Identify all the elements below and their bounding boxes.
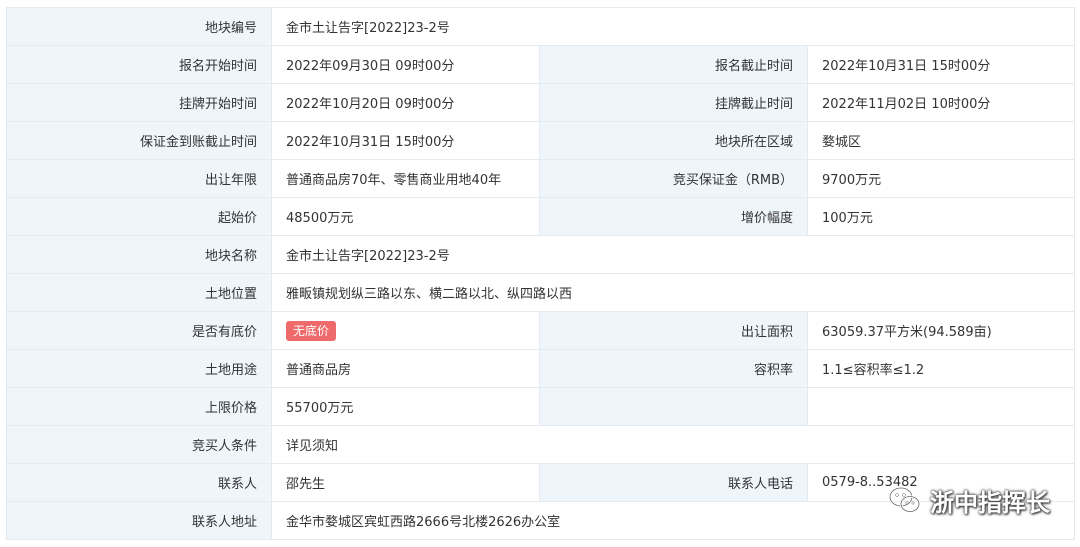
value-registration-start: 2022年09月30日 09时00分: [271, 45, 540, 84]
label-starting-price: 起始价: [6, 197, 272, 236]
no-reserve-badge: 无底价: [286, 320, 337, 341]
value-parcel-name: 金市土让告字[2022]23-2号: [270, 235, 1076, 274]
row-location: 土地位置 雅畈镇规划纵三路以东、横二路以北、纵四路以西: [6, 273, 1076, 312]
row-bidder-conditions: 竞买人条件 详见须知: [6, 425, 1076, 464]
label-plot-ratio: 容积率: [539, 349, 808, 388]
empty-label-cell: [539, 387, 808, 426]
label-district: 地块所在区域: [539, 121, 808, 160]
label-contact-address: 联系人地址: [6, 501, 272, 540]
label-listing-end: 挂牌截止时间: [539, 83, 808, 122]
label-cap-price: 上限价格: [6, 387, 272, 426]
label-reserve-price: 是否有底价: [6, 311, 272, 350]
label-parcel-number: 地块编号: [6, 7, 272, 46]
label-listing-start: 挂牌开始时间: [6, 83, 272, 122]
value-listing-end: 2022年11月02日 10时00分: [806, 83, 1076, 122]
row-listing: 挂牌开始时间 2022年10月20日 09时00分 挂牌截止时间 2022年11…: [6, 83, 1076, 122]
watermark: 浙中指挥长: [888, 478, 1050, 522]
label-registration-start: 报名开始时间: [6, 45, 272, 84]
value-district: 婺城区: [806, 121, 1076, 160]
label-land-location: 土地位置: [6, 273, 272, 312]
value-bidder-conditions: 详见须知: [270, 425, 1076, 464]
row-parcel-name: 地块名称 金市土让告字[2022]23-2号: [6, 235, 1076, 274]
label-contact-phone: 联系人电话: [539, 463, 808, 502]
land-info-table-container: 地块编号 金市土让告字[2022]23-2号 报名开始时间 2022年09月30…: [6, 7, 1076, 540]
label-bid-deposit: 竞买保证金（RMB）: [539, 159, 808, 198]
label-land-use: 土地用途: [6, 349, 272, 388]
label-contact-person: 联系人: [6, 463, 272, 502]
value-listing-start: 2022年10月20日 09时00分: [271, 83, 540, 122]
row-land-use: 土地用途 普通商品房 容积率 1.1≤容积率≤1.2: [6, 349, 1076, 388]
value-increment: 100万元: [806, 197, 1076, 236]
row-term: 出让年限 普通商品房70年、零售商业用地40年 竞买保证金（RMB） 9700万…: [6, 159, 1076, 198]
label-parcel-name: 地块名称: [6, 235, 272, 274]
value-transfer-term: 普通商品房70年、零售商业用地40年: [271, 159, 540, 198]
label-deposit-deadline: 保证金到账截止时间: [6, 121, 272, 160]
label-transfer-term: 出让年限: [6, 159, 272, 198]
wechat-icon: [888, 486, 921, 513]
watermark-text: 浙中指挥长: [930, 488, 1050, 517]
empty-value-cell: [806, 387, 1076, 426]
label-increment: 增价幅度: [539, 197, 808, 236]
value-registration-end: 2022年10月31日 15时00分: [806, 45, 1076, 84]
value-plot-ratio: 1.1≤容积率≤1.2: [806, 349, 1076, 388]
row-cap-price: 上限价格 55700万元: [6, 387, 1076, 426]
row-price: 起始价 48500万元 增价幅度 100万元: [6, 197, 1076, 236]
label-registration-end: 报名截止时间: [539, 45, 808, 84]
value-land-use: 普通商品房: [271, 349, 540, 388]
label-bidder-conditions: 竞买人条件: [6, 425, 272, 464]
row-registration: 报名开始时间 2022年09月30日 09时00分 报名截止时间 2022年10…: [6, 45, 1076, 84]
value-land-location: 雅畈镇规划纵三路以东、横二路以北、纵四路以西: [270, 273, 1076, 312]
value-deposit-deadline: 2022年10月31日 15时00分: [271, 121, 540, 160]
value-cap-price: 55700万元: [271, 387, 540, 426]
value-reserve-price: 无底价: [271, 311, 540, 350]
value-transfer-area: 63059.37平方米(94.589亩): [806, 311, 1076, 350]
value-starting-price: 48500万元: [271, 197, 540, 236]
row-parcel-number: 地块编号 金市土让告字[2022]23-2号: [6, 7, 1076, 46]
value-bid-deposit: 9700万元: [806, 159, 1076, 198]
label-transfer-area: 出让面积: [539, 311, 808, 350]
row-reserve-price: 是否有底价 无底价 出让面积 63059.37平方米(94.589亩): [6, 311, 1076, 350]
row-deposit-deadline: 保证金到账截止时间 2022年10月31日 15时00分 地块所在区域 婺城区: [6, 121, 1076, 160]
value-parcel-number: 金市土让告字[2022]23-2号: [270, 7, 1076, 46]
land-info-table: 地块编号 金市土让告字[2022]23-2号 报名开始时间 2022年09月30…: [6, 7, 1076, 540]
value-contact-person: 邵先生: [271, 463, 540, 502]
